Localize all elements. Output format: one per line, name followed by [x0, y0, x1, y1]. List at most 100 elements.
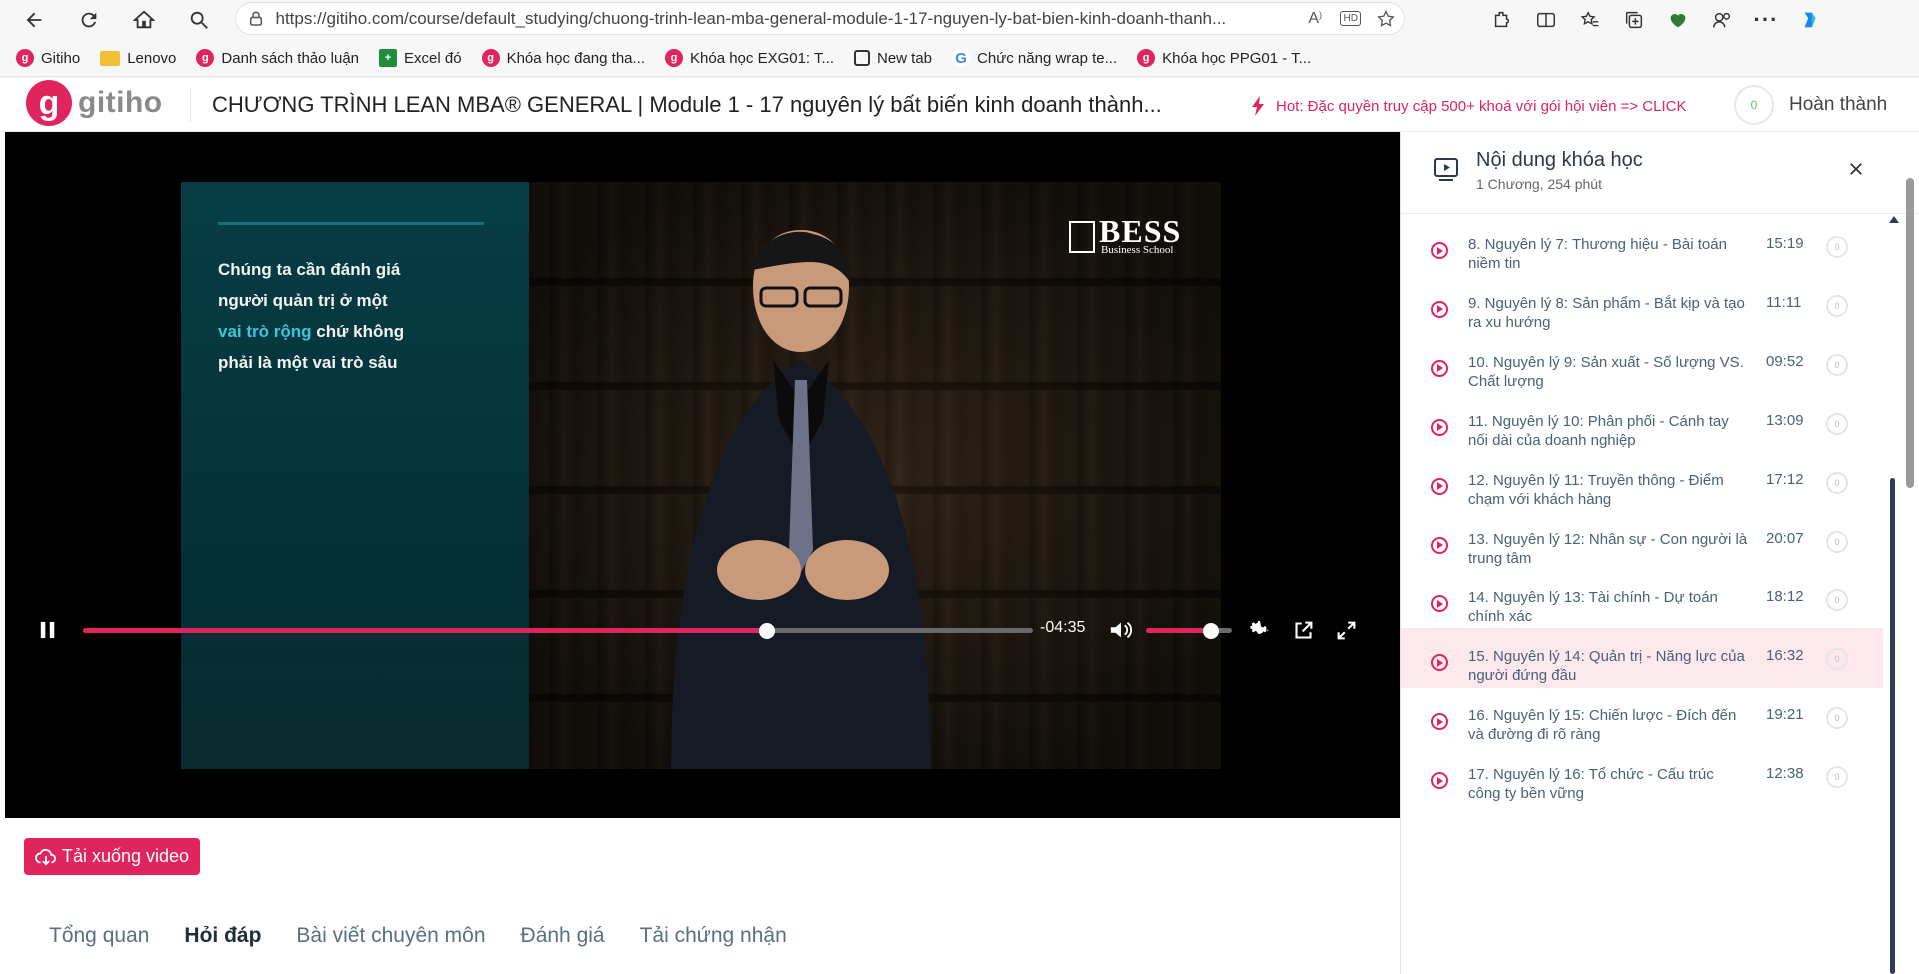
video-player[interactable]: Chúng ta cần đánh giá người quản trị ở m… [5, 132, 1400, 818]
lesson-complete-check[interactable]: 0 [1826, 707, 1848, 730]
lesson-item[interactable]: 10. Nguyên lý 9: Sản xuất - Số lượng VS.… [1401, 334, 1883, 394]
close-sidebar-button[interactable] [1841, 154, 1871, 184]
time-remaining: -04:35 [1040, 619, 1086, 636]
lesson-title: 17. Nguyên lý 16: Tổ chức - Cấu trúc côn… [1468, 766, 1714, 803]
url-text[interactable]: https://gitiho.com/course/default_studyi… [276, 9, 1298, 29]
profile-sync-icon[interactable] [1700, 0, 1744, 40]
extensions-icon[interactable] [1480, 0, 1524, 40]
complete-label[interactable]: Hoàn thành [1789, 94, 1887, 116]
refresh-button[interactable] [69, 0, 109, 40]
bookmark-item[interactable]: g Danh sách thảo luận [196, 49, 359, 67]
lesson-complete-check[interactable]: 0 [1826, 353, 1848, 376]
volume-thumb[interactable] [1202, 623, 1219, 639]
quote-highlight: vai trò rộng [218, 322, 312, 341]
quote-line-3: vai trò rộng chứ không [218, 316, 498, 347]
lesson-complete-check[interactable]: 0 [1826, 766, 1848, 789]
search-button[interactable] [179, 0, 219, 40]
gitiho-favicon: g [481, 49, 500, 67]
bookmark-item[interactable]: New tab [854, 50, 932, 67]
lesson-item[interactable]: 12. Nguyên lý 11: Truyền thông - Điểm ch… [1401, 452, 1883, 512]
lesson-complete-check[interactable]: 0 [1826, 294, 1848, 317]
lesson-duration: 18:12 [1766, 588, 1804, 606]
lesson-item[interactable]: 14. Nguyên lý 13: Tài chính - Dự toán ch… [1401, 569, 1883, 629]
refresh-icon [81, 12, 97, 28]
gitiho-favicon: g [196, 49, 215, 67]
scroll-up-arrow-icon[interactable] [1889, 216, 1899, 223]
download-video-button[interactable]: Tải xuống video [24, 838, 200, 875]
copilot-icon[interactable] [1788, 0, 1832, 40]
lesson-play-icon [1431, 300, 1448, 318]
lesson-complete-check[interactable]: 0 [1826, 530, 1848, 553]
header-divider [190, 88, 191, 122]
split-screen-icon[interactable] [1524, 0, 1568, 40]
popout-button[interactable] [1291, 618, 1315, 642]
seek-bar-thumb[interactable] [759, 623, 775, 639]
settings-button[interactable] [1248, 618, 1272, 642]
lesson-complete-check[interactable]: 0 [1826, 236, 1848, 258]
lesson-item[interactable]: 9. Nguyên lý 8: Sản phẩm - Bắt kịp và tạ… [1401, 275, 1883, 335]
page-scrollbar-thumb[interactable] [1906, 178, 1914, 488]
lesson-play-icon [1431, 536, 1448, 554]
bookmark-label: Gitiho [41, 49, 81, 67]
pause-button[interactable] [37, 619, 59, 641]
lesson-title: 16. Nguyên lý 15: Chiến lược - Đích đến … [1468, 707, 1737, 744]
scrollbar-thumb[interactable] [1890, 478, 1895, 974]
lesson-item[interactable]: 16. Nguyên lý 15: Chiến lược - Đích đến … [1401, 687, 1883, 747]
favorite-star-icon[interactable] [1368, 9, 1404, 29]
bookmark-item[interactable]: G Chức năng wrap te... [952, 49, 1117, 67]
lesson-duration: 09:52 [1766, 352, 1804, 370]
home-button[interactable] [124, 0, 164, 40]
lesson-play-icon [1431, 359, 1448, 377]
bookmark-item[interactable]: g Gitiho [16, 49, 80, 67]
lesson-item[interactable]: 17. Nguyên lý 16: Tổ chức - Cấu trúc côn… [1401, 746, 1883, 806]
browser-essentials-icon[interactable] [1656, 0, 1700, 40]
lesson-title: 13. Nguyên lý 12: Nhân sự - Con người là… [1468, 530, 1748, 567]
favorites-icon[interactable] [1568, 0, 1612, 40]
bookmark-item[interactable]: g Khóa học đang tha... [481, 49, 646, 67]
tab-4[interactable]: Đánh giá [521, 924, 605, 948]
lesson-complete-check[interactable]: 0 [1826, 412, 1848, 435]
lesson-complete-check[interactable]: 0 [1826, 648, 1848, 671]
lesson-item[interactable]: 13. Nguyên lý 12: Nhân sự - Con người là… [1401, 511, 1883, 571]
volume-slider[interactable] [1146, 623, 1232, 639]
back-button[interactable] [14, 0, 54, 40]
address-bar[interactable]: https://gitiho.com/course/default_studyi… [235, 2, 1405, 35]
tab-1[interactable]: Tổng quan [49, 924, 149, 948]
lesson-item[interactable]: 15. Nguyên lý 14: Quản trị - Năng lực củ… [1401, 628, 1883, 689]
lesson-duration: 12:38 [1766, 765, 1804, 783]
home-icon [133, 10, 155, 29]
bookmark-item[interactable]: + Excel đó [379, 49, 462, 67]
tab-5[interactable]: Tải chứng nhận [640, 924, 787, 948]
lesson-item[interactable]: 11. Nguyên lý 10: Phân phối - Cánh tay n… [1401, 393, 1883, 453]
lesson-item[interactable]: 8. Nguyên lý 7: Thương hiệu - Bài toán n… [1401, 216, 1883, 276]
more-options-icon[interactable]: ··· [1744, 0, 1788, 40]
video-frame[interactable]: Chúng ta cần đánh giá người quản trị ở m… [181, 182, 1221, 769]
back-arrow-icon [26, 12, 42, 28]
read-aloud-icon[interactable]: A) [1297, 10, 1333, 28]
bookmark-item[interactable]: g Khóa học PPG01 - T... [1137, 49, 1311, 67]
volume-button[interactable] [1108, 619, 1134, 641]
bookmark-item[interactable]: Lenovo [100, 50, 176, 67]
pause-icon [40, 621, 55, 639]
gitiho-logo[interactable]: g gitiho [26, 80, 163, 126]
hot-promo-link[interactable]: Hot: Đặc quyền truy cập 500+ khoá với gó… [1250, 96, 1687, 116]
lesson-duration: 20:07 [1766, 529, 1804, 547]
lock-icon[interactable] [236, 10, 276, 28]
lesson-title: 10. Nguyên lý 9: Sản xuất - Số lượng VS.… [1468, 353, 1744, 390]
lesson-list-scrollbar[interactable] [1887, 216, 1901, 974]
fullscreen-icon [1337, 621, 1355, 639]
bookmark-label: Khóa học đang tha... [506, 49, 646, 67]
seek-bar[interactable] [83, 623, 1033, 639]
bookmark-item[interactable]: g Khóa học EXG01: T... [665, 49, 834, 67]
bookmark-label: Danh sách thảo luận [221, 49, 360, 67]
tab-2[interactable]: Hỏi đáp [184, 924, 261, 948]
lesson-complete-check[interactable]: 0 [1826, 589, 1848, 612]
hd-icon[interactable]: HD [1333, 11, 1369, 26]
collections-icon[interactable] [1612, 0, 1656, 40]
tab-3[interactable]: Bài viết chuyên môn [296, 924, 485, 948]
lesson-complete-check[interactable]: 0 [1826, 471, 1848, 494]
lesson-title: 8. Nguyên lý 7: Thương hiệu - Bài toán n… [1468, 236, 1727, 272]
seek-bar-progress [83, 628, 767, 633]
fullscreen-button[interactable] [1334, 618, 1358, 642]
quote-rule [218, 222, 484, 225]
